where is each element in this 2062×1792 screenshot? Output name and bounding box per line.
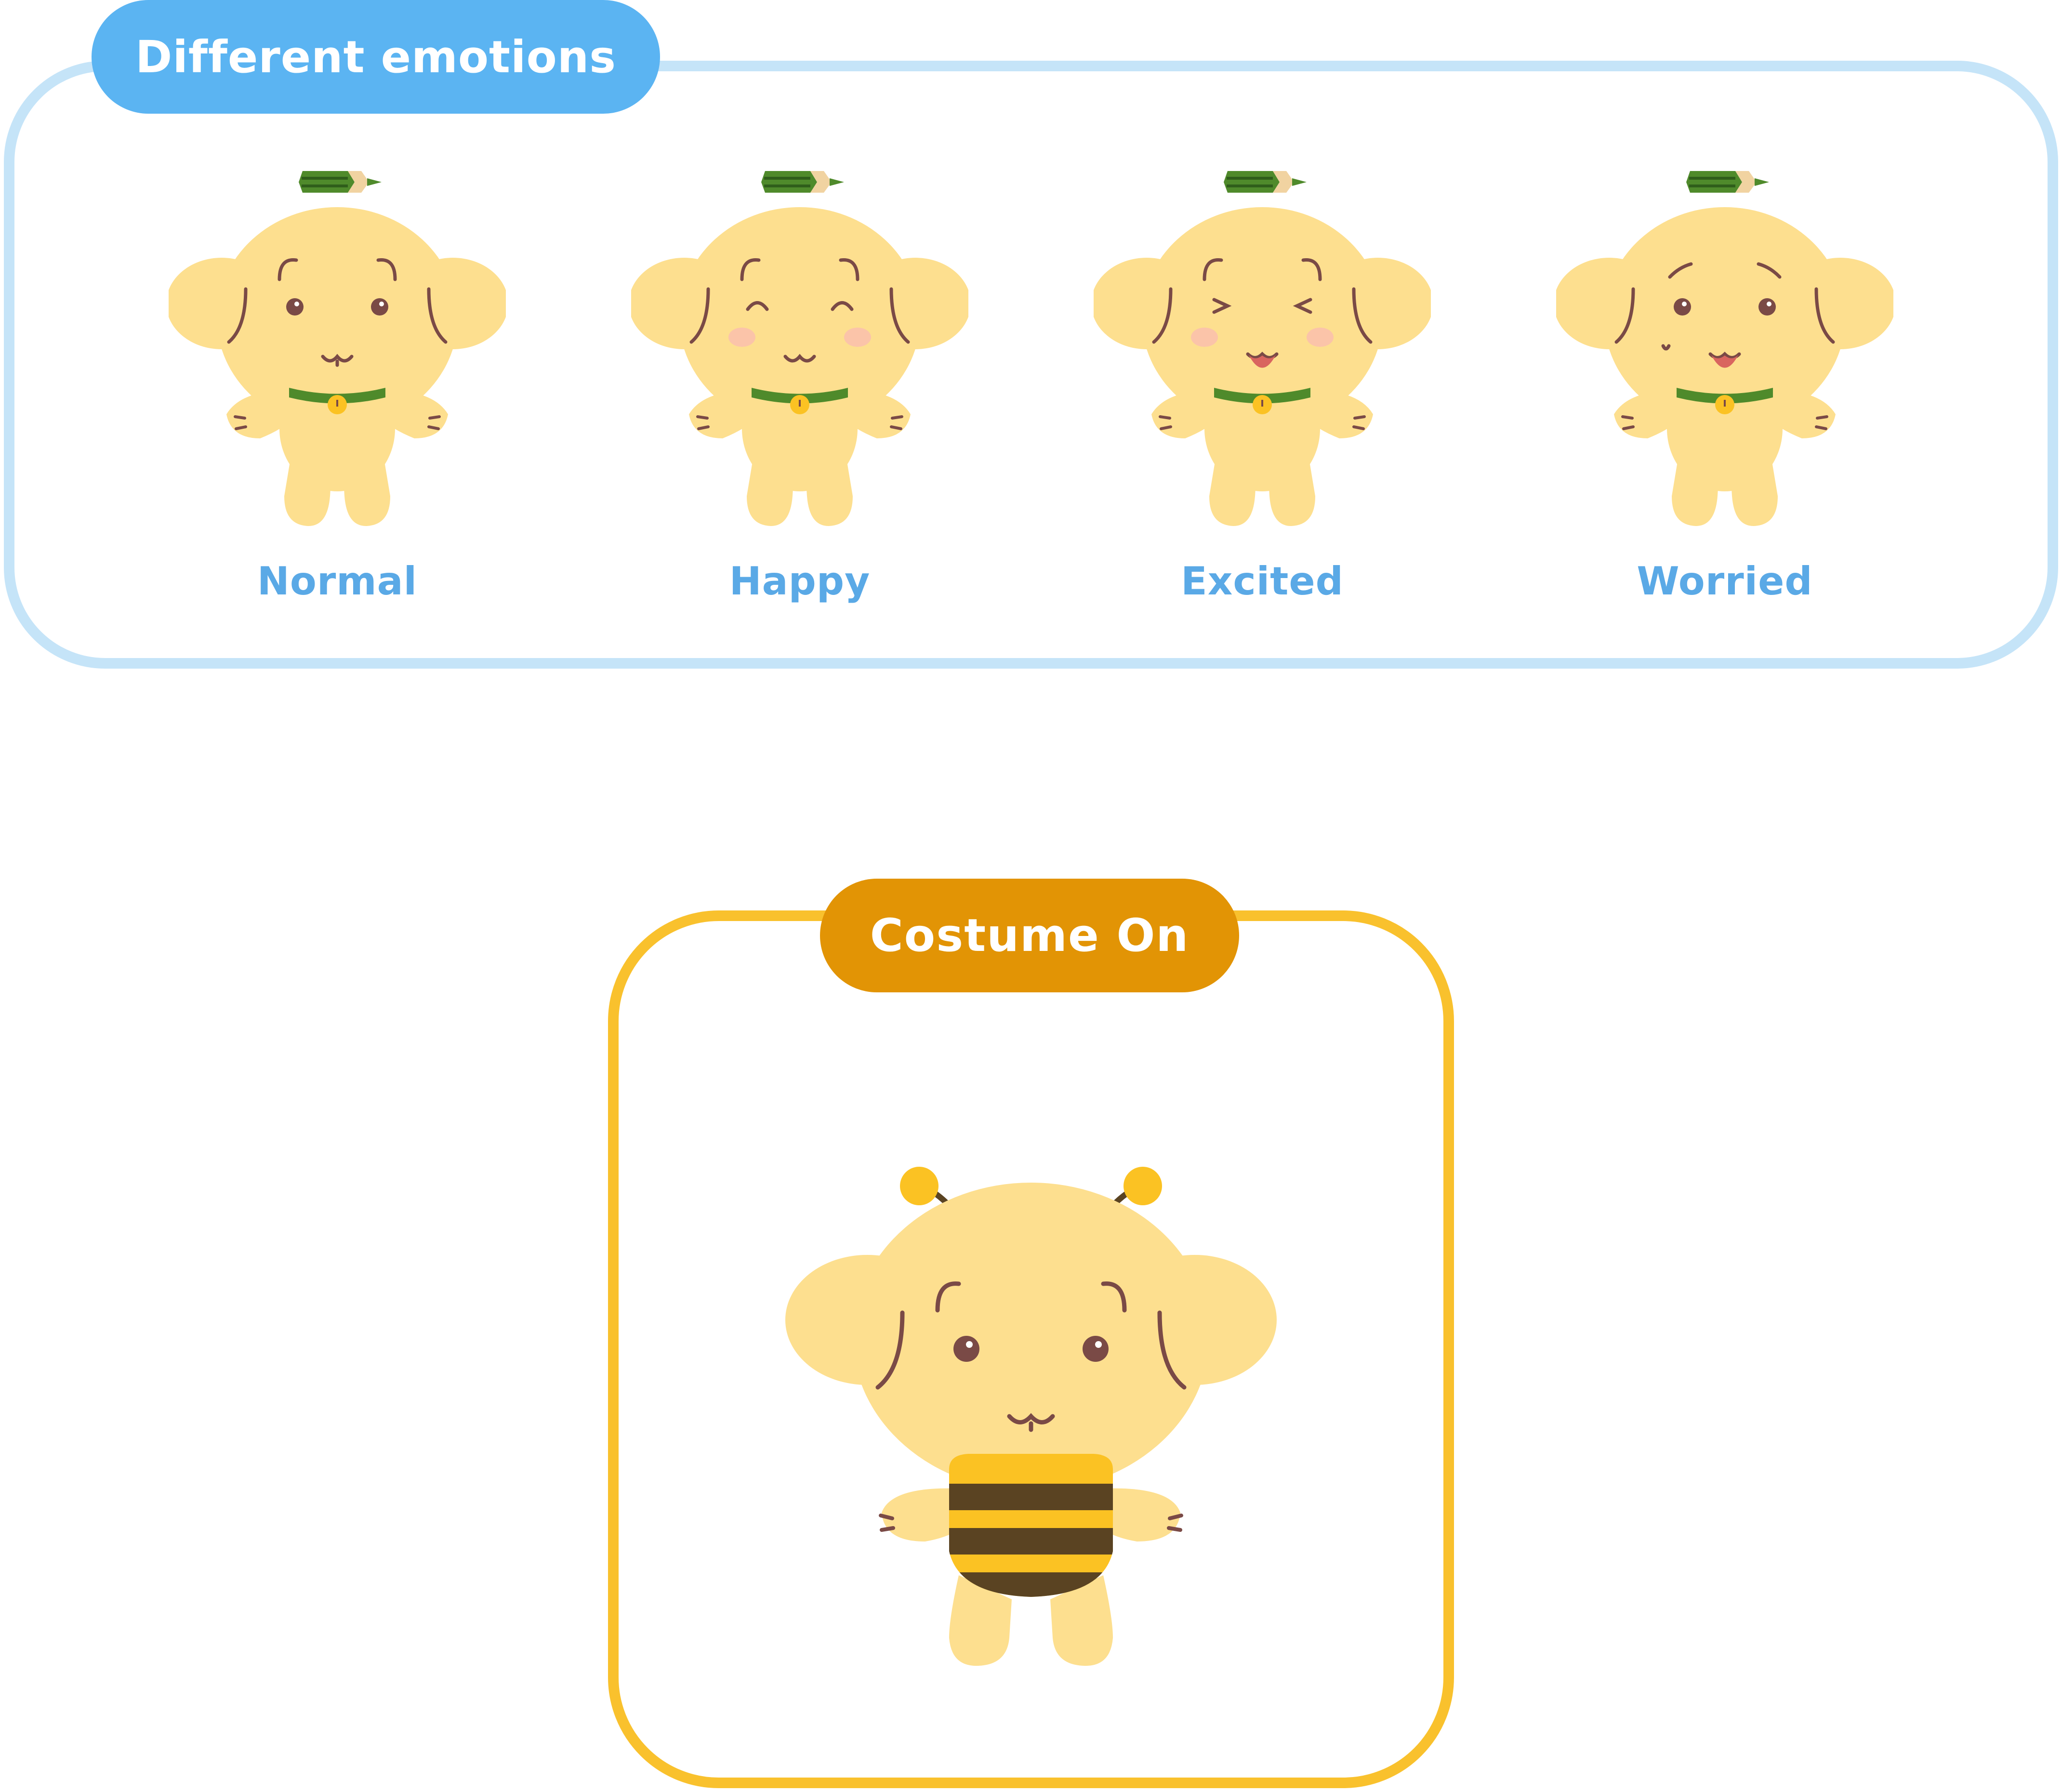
bee-costume-icon [949, 1454, 1113, 1597]
mascot-normal [169, 159, 506, 544]
mascot-excited [1094, 159, 1431, 544]
emotions-section-title: Different emotions [92, 0, 660, 114]
emotion-label-normal: Normal [257, 559, 418, 604]
mascot-bee-costume [766, 1118, 1296, 1676]
pencil-icon [1686, 171, 1769, 193]
mascot-normal-figure [169, 171, 506, 526]
emotion-label-worried: Worried [1637, 559, 1813, 604]
emotion-label-excited: Excited [1181, 559, 1344, 604]
mascot-excited-figure [1094, 171, 1431, 526]
pencil-icon [1224, 171, 1307, 193]
pencil-icon [761, 171, 844, 193]
mascot-bee-costume-figure [785, 1167, 1277, 1666]
costume-section-title: Costume On [820, 879, 1239, 992]
emotion-label-happy: Happy [729, 559, 871, 604]
mascot-happy-figure [631, 171, 968, 526]
mascot-worried-figure [1556, 171, 1893, 526]
mascot-worried [1556, 159, 1893, 544]
mascot-happy [631, 159, 968, 544]
pencil-icon [299, 171, 382, 193]
